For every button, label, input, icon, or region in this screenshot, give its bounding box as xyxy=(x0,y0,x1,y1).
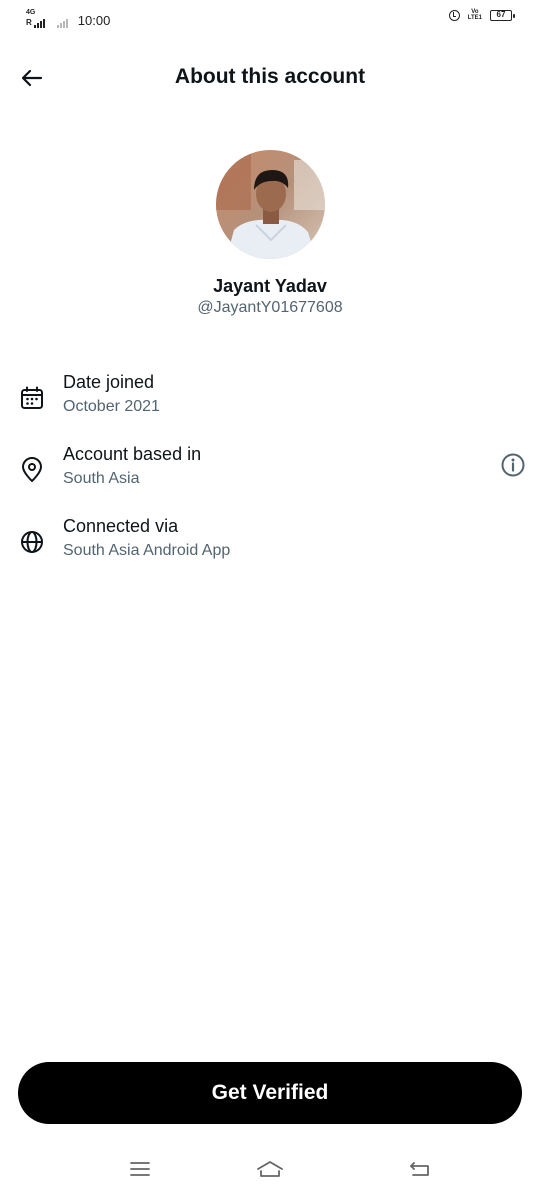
back-nav-button[interactable] xyxy=(403,1152,437,1186)
about-account-screen: 4G R 10:00 Vo LTE1 67 About this account… xyxy=(0,0,540,1200)
alarm-icon xyxy=(448,9,460,21)
status-bar-right: Vo LTE1 67 xyxy=(448,9,515,21)
secondary-signal-icon xyxy=(56,18,68,28)
calendar-icon xyxy=(21,386,43,409)
battery-level: 67 xyxy=(496,10,506,19)
page-title: About this account xyxy=(174,65,366,88)
account-based-in-value: South Asia xyxy=(63,470,140,487)
volte-line-2: LTE1 xyxy=(467,15,482,21)
display-name: Jayant Yadav xyxy=(213,276,327,296)
menu-lines-icon xyxy=(130,1162,150,1176)
date-joined-label: Date joined xyxy=(63,372,155,392)
avatar[interactable] xyxy=(216,150,325,259)
location-pin-icon xyxy=(22,457,42,482)
home-button[interactable] xyxy=(253,1152,287,1186)
username-handle: @JayantY01677608 xyxy=(197,299,343,316)
account-based-in-label: Account based in xyxy=(63,444,202,464)
clock: 10:00 xyxy=(77,13,111,28)
system-navigation-bar xyxy=(0,1148,540,1188)
info-row-connected-via: Connected via South Asia Android App xyxy=(0,516,540,576)
info-row-date-joined: Date joined October 2021 xyxy=(0,372,540,432)
status-bar-left: 4G R 10:00 xyxy=(26,9,110,28)
battery-icon: 67 xyxy=(490,9,515,21)
cellular-signal-icon: 4G R xyxy=(26,9,45,28)
connected-via-label: Connected via xyxy=(63,516,179,536)
get-verified-button[interactable]: Get Verified xyxy=(18,1062,522,1124)
volte-icon: Vo LTE1 xyxy=(468,9,482,21)
roaming-label: R xyxy=(26,18,32,27)
network-type-label: 4G xyxy=(26,9,36,16)
info-row-account-based-in: Account based in South Asia xyxy=(0,444,540,504)
connected-via-value: South Asia Android App xyxy=(63,542,231,559)
status-bar: 4G R 10:00 Vo LTE1 67 xyxy=(0,0,540,34)
globe-icon xyxy=(21,531,43,553)
home-icon xyxy=(257,1161,283,1177)
header: About this account xyxy=(0,52,540,104)
return-arrow-icon xyxy=(410,1162,429,1176)
date-joined-value: October 2021 xyxy=(63,398,160,415)
avatar-image xyxy=(216,150,325,259)
info-icon[interactable] xyxy=(500,452,526,478)
recent-apps-button[interactable] xyxy=(123,1152,157,1186)
